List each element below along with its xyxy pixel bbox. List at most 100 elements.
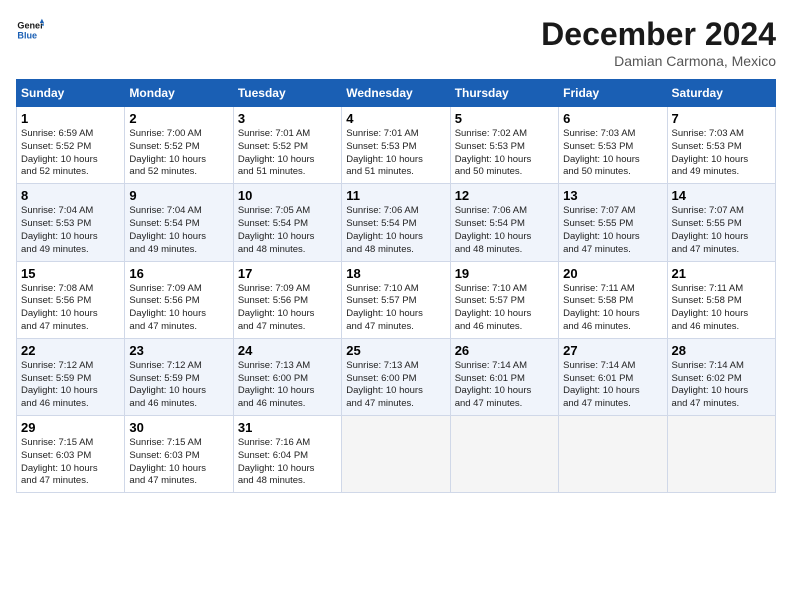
day-info: Sunrise: 7:10 AM Sunset: 5:57 PM Dayligh… — [346, 283, 445, 334]
table-row: 1 Sunrise: 6:59 AM Sunset: 5:52 PM Daylig… — [17, 107, 125, 184]
day-info: Sunrise: 7:12 AM Sunset: 5:59 PM Dayligh… — [129, 360, 228, 411]
table-row: 25Sunrise: 7:13 AM Sunset: 6:00 PM Dayli… — [342, 338, 450, 415]
day-number: 24 — [238, 343, 337, 358]
table-row: 18 Sunrise: 7:10 AM Sunset: 5:57 PM Dayli… — [342, 261, 450, 338]
day-info: Sunrise: 7:04 AM Sunset: 5:54 PM Dayligh… — [129, 205, 228, 256]
table-row: 15Sunrise: 7:08 AM Sunset: 5:56 PM Dayli… — [17, 261, 125, 338]
day-info: Sunrise: 7:01 AM Sunset: 5:52 PM Dayligh… — [238, 128, 337, 179]
day-number: 1 — [21, 111, 120, 126]
table-row — [342, 416, 450, 493]
day-info: Sunrise: 7:01 AM Sunset: 5:53 PM Dayligh… — [346, 128, 445, 179]
col-wednesday: Wednesday — [342, 80, 450, 107]
day-number: 10 — [238, 188, 337, 203]
day-number: 23 — [129, 343, 228, 358]
day-number: 15 — [21, 266, 120, 281]
calendar-subtitle: Damian Carmona, Mexico — [541, 53, 776, 69]
day-number: 6 — [563, 111, 662, 126]
day-number: 22 — [21, 343, 120, 358]
table-row: 7 Sunrise: 7:03 AM Sunset: 5:53 PM Daylig… — [667, 107, 775, 184]
calendar-row: 1 Sunrise: 6:59 AM Sunset: 5:52 PM Daylig… — [17, 107, 776, 184]
table-row: 4Sunrise: 7:01 AM Sunset: 5:53 PM Daylig… — [342, 107, 450, 184]
calendar-table: Sunday Monday Tuesday Wednesday Thursday… — [16, 79, 776, 493]
day-info: Sunrise: 7:07 AM Sunset: 5:55 PM Dayligh… — [672, 205, 771, 256]
day-info: Sunrise: 7:13 AM Sunset: 6:00 PM Dayligh… — [238, 360, 337, 411]
day-info: Sunrise: 7:12 AM Sunset: 5:59 PM Dayligh… — [21, 360, 120, 411]
table-row: 9 Sunrise: 7:04 AM Sunset: 5:54 PM Daylig… — [125, 184, 233, 261]
day-info: Sunrise: 6:59 AM Sunset: 5:52 PM Dayligh… — [21, 128, 120, 179]
day-number: 2 — [129, 111, 228, 126]
day-number: 26 — [455, 343, 554, 358]
day-info: Sunrise: 7:10 AM Sunset: 5:57 PM Dayligh… — [455, 283, 554, 334]
header-row: Sunday Monday Tuesday Wednesday Thursday… — [17, 80, 776, 107]
day-number: 5 — [455, 111, 554, 126]
calendar-body: 1 Sunrise: 6:59 AM Sunset: 5:52 PM Daylig… — [17, 107, 776, 493]
day-number: 18 — [346, 266, 445, 281]
col-saturday: Saturday — [667, 80, 775, 107]
day-info: Sunrise: 7:15 AM Sunset: 6:03 PM Dayligh… — [129, 437, 228, 488]
table-row: 20Sunrise: 7:11 AM Sunset: 5:58 PM Dayli… — [559, 261, 667, 338]
svg-text:Blue: Blue — [17, 30, 37, 40]
calendar-row: 22 Sunrise: 7:12 AM Sunset: 5:59 PM Dayli… — [17, 338, 776, 415]
day-number: 14 — [672, 188, 771, 203]
day-number: 12 — [455, 188, 554, 203]
day-number: 31 — [238, 420, 337, 435]
table-row: 13Sunrise: 7:07 AM Sunset: 5:55 PM Dayli… — [559, 184, 667, 261]
day-number: 16 — [129, 266, 228, 281]
day-info: Sunrise: 7:06 AM Sunset: 5:54 PM Dayligh… — [346, 205, 445, 256]
table-row: 30 Sunrise: 7:15 AM Sunset: 6:03 PM Dayli… — [125, 416, 233, 493]
table-row: 6 Sunrise: 7:03 AM Sunset: 5:53 PM Daylig… — [559, 107, 667, 184]
day-number: 29 — [21, 420, 120, 435]
day-info: Sunrise: 7:09 AM Sunset: 5:56 PM Dayligh… — [129, 283, 228, 334]
table-row: 22 Sunrise: 7:12 AM Sunset: 5:59 PM Dayli… — [17, 338, 125, 415]
col-friday: Friday — [559, 80, 667, 107]
col-tuesday: Tuesday — [233, 80, 341, 107]
day-number: 9 — [129, 188, 228, 203]
day-number: 13 — [563, 188, 662, 203]
table-row: 10 Sunrise: 7:05 AM Sunset: 5:54 PM Dayli… — [233, 184, 341, 261]
logo-icon: General Blue — [16, 16, 44, 44]
logo: General Blue — [16, 16, 44, 44]
day-info: Sunrise: 7:06 AM Sunset: 5:54 PM Dayligh… — [455, 205, 554, 256]
table-row: 21 Sunrise: 7:11 AM Sunset: 5:58 PM Dayli… — [667, 261, 775, 338]
day-info: Sunrise: 7:09 AM Sunset: 5:56 PM Dayligh… — [238, 283, 337, 334]
day-info: Sunrise: 7:11 AM Sunset: 5:58 PM Dayligh… — [672, 283, 771, 334]
table-row: 2Sunrise: 7:00 AM Sunset: 5:52 PM Daylig… — [125, 107, 233, 184]
table-row: 17Sunrise: 7:09 AM Sunset: 5:56 PM Dayli… — [233, 261, 341, 338]
day-number: 30 — [129, 420, 228, 435]
day-number: 7 — [672, 111, 771, 126]
table-row: 24 Sunrise: 7:13 AM Sunset: 6:00 PM Dayli… — [233, 338, 341, 415]
table-row: 16 Sunrise: 7:09 AM Sunset: 5:56 PM Dayli… — [125, 261, 233, 338]
table-row: 14 Sunrise: 7:07 AM Sunset: 5:55 PM Dayli… — [667, 184, 775, 261]
calendar-title: December 2024 — [541, 16, 776, 53]
day-number: 27 — [563, 343, 662, 358]
day-info: Sunrise: 7:04 AM Sunset: 5:53 PM Dayligh… — [21, 205, 120, 256]
table-row: 26 Sunrise: 7:14 AM Sunset: 6:01 PM Dayli… — [450, 338, 558, 415]
table-row: 12 Sunrise: 7:06 AM Sunset: 5:54 PM Dayli… — [450, 184, 558, 261]
day-number: 21 — [672, 266, 771, 281]
day-info: Sunrise: 7:14 AM Sunset: 6:01 PM Dayligh… — [455, 360, 554, 411]
table-row: 8 Sunrise: 7:04 AM Sunset: 5:53 PM Daylig… — [17, 184, 125, 261]
day-number: 8 — [21, 188, 120, 203]
header: General Blue December 2024 Damian Carmon… — [16, 16, 776, 69]
calendar-row: 29 Sunrise: 7:15 AM Sunset: 6:03 PM Dayli… — [17, 416, 776, 493]
day-number: 25 — [346, 343, 445, 358]
day-info: Sunrise: 7:05 AM Sunset: 5:54 PM Dayligh… — [238, 205, 337, 256]
col-sunday: Sunday — [17, 80, 125, 107]
table-row — [559, 416, 667, 493]
table-row — [667, 416, 775, 493]
day-info: Sunrise: 7:03 AM Sunset: 5:53 PM Dayligh… — [563, 128, 662, 179]
col-thursday: Thursday — [450, 80, 558, 107]
day-number: 3 — [238, 111, 337, 126]
day-number: 11 — [346, 188, 445, 203]
table-row: 28Sunrise: 7:14 AM Sunset: 6:02 PM Dayli… — [667, 338, 775, 415]
calendar-row: 15Sunrise: 7:08 AM Sunset: 5:56 PM Dayli… — [17, 261, 776, 338]
day-number: 19 — [455, 266, 554, 281]
table-row: 5 Sunrise: 7:02 AM Sunset: 5:53 PM Daylig… — [450, 107, 558, 184]
day-info: Sunrise: 7:14 AM Sunset: 6:01 PM Dayligh… — [563, 360, 662, 411]
title-area: December 2024 Damian Carmona, Mexico — [541, 16, 776, 69]
day-info: Sunrise: 7:15 AM Sunset: 6:03 PM Dayligh… — [21, 437, 120, 488]
day-number: 28 — [672, 343, 771, 358]
day-info: Sunrise: 7:02 AM Sunset: 5:53 PM Dayligh… — [455, 128, 554, 179]
day-info: Sunrise: 7:03 AM Sunset: 5:53 PM Dayligh… — [672, 128, 771, 179]
table-row: 11 Sunrise: 7:06 AM Sunset: 5:54 PM Dayli… — [342, 184, 450, 261]
